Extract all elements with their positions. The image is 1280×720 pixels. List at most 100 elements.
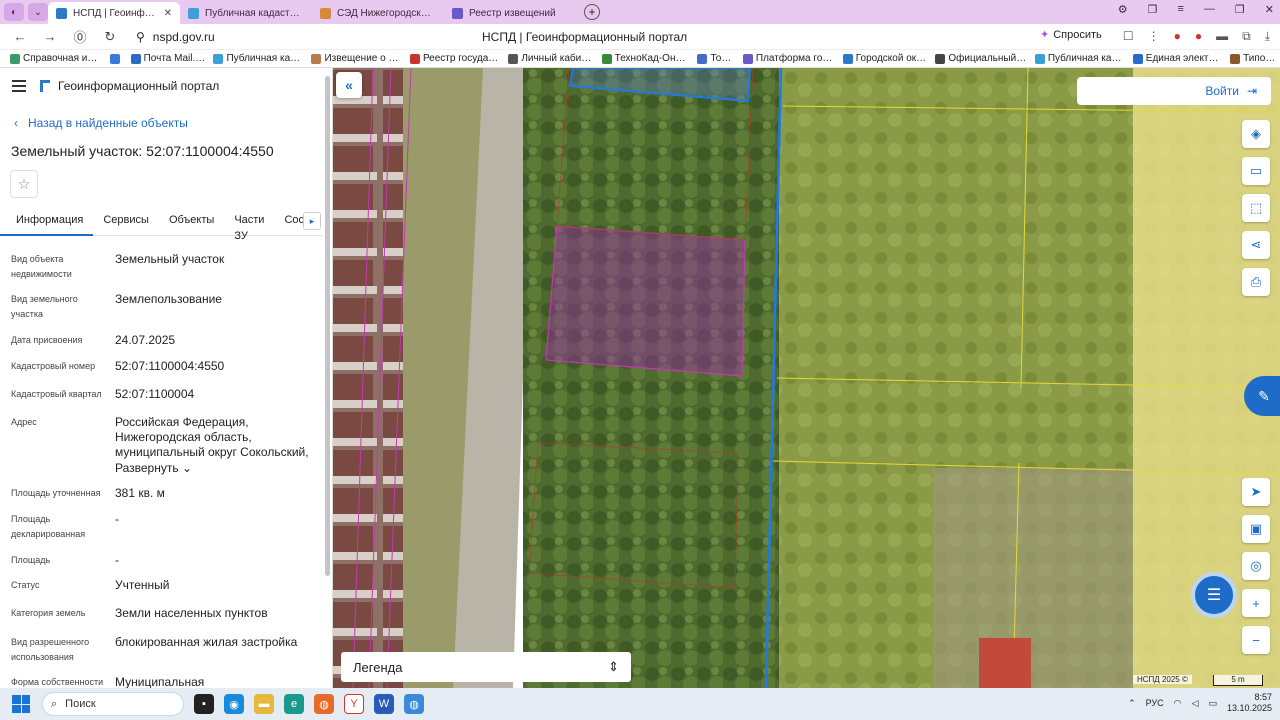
chevron-up-icon[interactable]: ⌃ (1128, 698, 1136, 709)
zoom-out-icon[interactable]: − (1242, 626, 1270, 654)
extension-red-icon[interactable]: ● (1174, 29, 1181, 44)
locate-icon[interactable]: ➤ (1242, 478, 1270, 506)
task-view-icon[interactable]: ▪ (194, 694, 214, 714)
bookmark-favicon-icon (935, 53, 946, 64)
bookmark-item[interactable]: Типовой (1230, 53, 1280, 64)
geolocation-icon[interactable]: ◎ (1242, 552, 1270, 580)
tab-services[interactable]: Сервисы (93, 212, 159, 236)
favorite-star-icon[interactable]: ☆ (10, 170, 38, 198)
bookmark-manager-icon[interactable]: ❐ (1148, 3, 1158, 16)
url-text: nspd.gov.ru (152, 29, 215, 44)
maximize-icon[interactable]: ❐ (1235, 3, 1245, 16)
more-icon[interactable]: ⋮ (1148, 29, 1160, 44)
download-icon[interactable]: ⤓ (1265, 29, 1270, 44)
extensions-icon[interactable]: ⚙ (1118, 3, 1128, 16)
tab-information[interactable]: Информация (0, 212, 94, 236)
attribute-value: - (115, 553, 119, 567)
search-icon: ⌕ (51, 697, 58, 710)
bookmark-item[interactable]: Личный кабинет (508, 53, 594, 64)
tab-objects[interactable]: Объекты (159, 212, 224, 236)
file-explorer-icon[interactable]: ▬ (254, 694, 274, 714)
bookmark-item[interactable]: Справочная инфо (10, 53, 102, 64)
bookmark-item[interactable]: Публичная кадас (1034, 53, 1125, 64)
taskbar-search[interactable]: ⌕ Поиск (42, 692, 184, 716)
globe-app-icon[interactable]: ◍ (404, 694, 424, 714)
portal-logo[interactable]: Геоинформационный портал (40, 79, 219, 93)
site-info-icon[interactable]: ⚲ (136, 30, 145, 44)
minimize-icon[interactable]: — (1204, 3, 1215, 16)
attribute-value: Российская Федерация, Нижегородская обла… (115, 415, 309, 459)
bookmark-item[interactable]: Реестр государст (409, 53, 500, 64)
back-to-results-link[interactable]: ‹ Назад в найденные объекты (14, 116, 188, 130)
hamburger-menu-icon[interactable] (12, 80, 26, 92)
bookmark-item[interactable]: Городской округ (842, 53, 927, 64)
tab-list-chevron-icon[interactable]: ⌄ (28, 3, 48, 21)
clock[interactable]: 8:57 13.10.2025 (1227, 692, 1272, 714)
bookmark-icon[interactable]: ☐ (1123, 29, 1134, 44)
tabs-scroll-right-icon[interactable]: ▸ (303, 212, 321, 230)
attribute-key: Вид объекта недвижимости (11, 254, 72, 279)
bookmark-favicon-icon (1132, 53, 1143, 64)
attribute-value[interactable]: 52:07:1100004 (115, 387, 315, 402)
yandex-icon[interactable]: ⓪ (70, 27, 90, 46)
edge-icon[interactable]: e (284, 694, 304, 714)
new-tab-plus-icon[interactable]: + (584, 4, 600, 20)
extension-copy-icon[interactable]: ⧉ (1242, 29, 1251, 44)
browser-tab-pkk[interactable]: Публичная кадастровая к (180, 2, 312, 24)
attribute-value[interactable]: 52:07:1100004:4550 (115, 359, 315, 374)
tab-label: Реестр извещений (469, 7, 556, 19)
search-placeholder: Поиск (65, 698, 96, 710)
ask-button[interactable]: ✦ Спросить (1040, 28, 1102, 42)
yandex-browser-icon[interactable]: Y (344, 694, 364, 714)
back-arrow-icon[interactable]: ← (10, 29, 30, 44)
tab-close-icon[interactable]: ✕ (164, 8, 172, 19)
legend-dropdown[interactable]: Легенда ⇕ (341, 652, 631, 682)
bookmark-item[interactable]: Торги (697, 53, 735, 64)
chat-bubble-icon[interactable]: ☰ (1191, 572, 1237, 618)
url-field[interactable]: ⚲ nspd.gov.ru (136, 30, 215, 44)
word-icon[interactable]: W (374, 694, 394, 714)
bookmark-item[interactable]: Извещение о про (311, 53, 402, 64)
language-indicator[interactable]: РУС (1146, 698, 1164, 708)
collapse-panel-icon[interactable]: « (336, 72, 362, 98)
menu-lines-icon[interactable]: ≡ (1177, 3, 1183, 16)
browser-tab-nspd[interactable]: НСПД | Геоинформацио ✕ (48, 2, 180, 24)
bookmark-item[interactable]: Платформа госуд (742, 53, 835, 64)
bookmark-favicon-icon (409, 53, 420, 64)
bookmark-favicon-icon (213, 53, 224, 64)
expand-address-link[interactable]: Развернуть ⌄ (115, 461, 315, 476)
wifi-icon[interactable]: ◠ (1174, 698, 1182, 709)
attribute-key: Форма собственности (11, 677, 104, 687)
browser-profile-icon[interactable]: ◐ (4, 3, 24, 21)
bookmark-item[interactable]: Официальный по (935, 53, 1027, 64)
extension-grey-icon[interactable]: ▬ (1216, 29, 1228, 44)
print-icon[interactable]: ⎙ (1242, 268, 1270, 296)
bookmark-item[interactable]: Почта Mail.Ru (130, 53, 205, 64)
bookmark-item[interactable] (110, 53, 123, 64)
panel-scrollbar[interactable] (325, 76, 330, 576)
volume-icon[interactable]: ◁ (1192, 698, 1199, 709)
forward-arrow-icon[interactable]: → (40, 29, 60, 44)
tab-parts[interactable]: Части ЗУ (224, 212, 274, 242)
reload-icon[interactable]: ↻ (100, 29, 120, 45)
zoom-in-icon[interactable]: + (1242, 589, 1270, 617)
map-view[interactable]: « Войти ⇥ ◈ ▭ ⬚ ⋖ ⎙ ✎ ➤ ▣ ◎ + − ☰ Легенд… (333, 68, 1280, 688)
battery-icon[interactable]: ▭ (1208, 698, 1217, 709)
extension-red-icon[interactable]: ● (1195, 29, 1202, 44)
minimap-icon[interactable]: ▣ (1242, 515, 1270, 543)
bookmark-item[interactable]: Публичная кадас (213, 53, 303, 64)
bookmark-item[interactable]: ТехноКад-Онлай (601, 53, 689, 64)
browser-tab-registry[interactable]: Реестр извещений (444, 2, 576, 24)
copilot-icon[interactable]: ◉ (224, 694, 244, 714)
browser-tab-sed[interactable]: СЭД Нижегородская обл (312, 2, 444, 24)
bookmark-item[interactable]: Единая электрон (1132, 53, 1222, 64)
select-area-icon[interactable]: ⬚ (1242, 194, 1270, 222)
firefox-icon[interactable]: ◍ (314, 694, 334, 714)
ruler-icon[interactable]: ▭ (1242, 157, 1270, 185)
layers-icon[interactable]: ◈ (1242, 120, 1270, 148)
windows-start-icon[interactable] (12, 695, 30, 713)
assistant-icon[interactable]: ✎ (1244, 376, 1280, 416)
share-icon[interactable]: ⋖ (1242, 231, 1270, 259)
login-button[interactable]: Войти ⇥ (1077, 77, 1271, 105)
close-window-icon[interactable]: ✕ (1265, 3, 1274, 16)
